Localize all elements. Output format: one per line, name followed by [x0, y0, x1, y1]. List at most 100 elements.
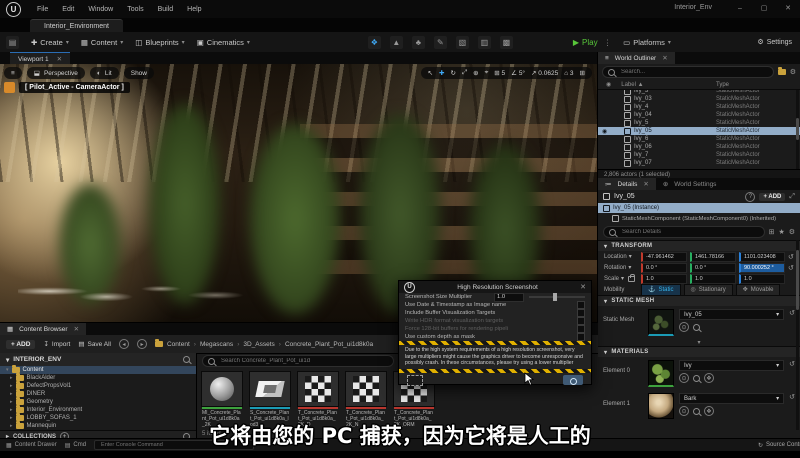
- menu-build[interactable]: Build: [158, 6, 174, 13]
- transform-section-header[interactable]: ▾TRANSFORM: [598, 240, 800, 251]
- dialog-title-bar[interactable]: U High Resolution Screenshot ✕: [399, 281, 591, 293]
- checkbox[interactable]: [577, 301, 585, 309]
- tree-item[interactable]: ▸BlackAlder: [0, 374, 196, 382]
- component-row[interactable]: StaticMeshComponent (StaticMeshComponent…: [598, 213, 800, 224]
- back-icon[interactable]: ◂: [119, 339, 129, 349]
- create-button[interactable]: ✚ Create▾: [31, 38, 69, 47]
- mobility-static-button[interactable]: ⚓ Static: [641, 284, 681, 296]
- browse-to-icon[interactable]: [693, 375, 700, 382]
- outliner-tab[interactable]: ≡ World Outliner ✕: [598, 52, 675, 64]
- maximize-viewport-icon[interactable]: ⊞: [580, 69, 585, 77]
- material-options-icon[interactable]: ❖: [704, 406, 714, 416]
- element1-thumbnail[interactable]: [648, 393, 674, 419]
- expand-advanced-icon[interactable]: ▾: [598, 339, 800, 346]
- outliner-row[interactable]: Ivy_06StaticMeshActor: [598, 143, 800, 151]
- add-component-button[interactable]: + ADD: [759, 193, 785, 201]
- eye-icon[interactable]: ◉: [602, 128, 607, 135]
- animation-mode-icon[interactable]: ▩: [500, 36, 513, 49]
- reset-material-icon[interactable]: ↺: [789, 360, 795, 368]
- type-column-header[interactable]: Type: [716, 82, 729, 88]
- specify-capture-region-button[interactable]: [407, 375, 423, 386]
- static-mesh-combo[interactable]: Ivy_05▾: [679, 309, 784, 320]
- brush-edit-icon[interactable]: ✎: [434, 36, 447, 49]
- element0-thumbnail[interactable]: [648, 360, 674, 387]
- show-dropdown[interactable]: Show: [124, 67, 154, 79]
- outliner-row[interactable]: Ivy_5StaticMeshActor: [598, 119, 800, 127]
- multiplier-slider[interactable]: [529, 296, 585, 298]
- element0-combo[interactable]: Ivy▾: [679, 360, 784, 371]
- details-scrollbar[interactable]: [796, 240, 799, 430]
- element1-combo[interactable]: Bark▾: [679, 393, 784, 404]
- checkbox[interactable]: [577, 333, 585, 341]
- location-y-field[interactable]: 1461.78166: [690, 252, 736, 262]
- fracture-mode-icon[interactable]: ▥: [478, 36, 491, 49]
- details-settings-icon[interactable]: ⚙: [789, 228, 795, 236]
- level-tab[interactable]: Interior_Environment: [30, 19, 123, 33]
- multiplier-value-field[interactable]: 1.0: [494, 293, 524, 302]
- filter-grid-icon[interactable]: ⊞: [769, 228, 775, 236]
- asset-tile[interactable]: S_Concrete_Plant_Pot_ui1d8k0a_lod3: [248, 371, 292, 427]
- rotation-y-field[interactable]: 0.0 °: [690, 263, 736, 273]
- tree-item[interactable]: ▸DefectPropsVol1: [0, 382, 196, 390]
- mesh-paint-icon[interactable]: ▧: [456, 36, 469, 49]
- static-mesh-thumbnail[interactable]: [648, 309, 674, 336]
- breadcrumb-megascans[interactable]: Megascans: [200, 341, 233, 348]
- outliner-row-selected[interactable]: ◉Ivy_05StaticMeshActor: [598, 127, 800, 135]
- scale-snap-toggle[interactable]: ↗ 0.0625: [531, 69, 558, 77]
- scale-label[interactable]: Scale ▾: [604, 275, 638, 282]
- reset-mesh-icon[interactable]: ↺: [789, 309, 795, 317]
- outliner-row[interactable]: Ivy_04StaticMeshActor: [598, 111, 800, 119]
- label-column-header[interactable]: Label ▲: [621, 82, 643, 88]
- asset-tile[interactable]: T_Concrete_Plant_Pot_ui1d8k0a_2K_N: [344, 371, 388, 427]
- surface-snap-icon[interactable]: ⌖: [485, 69, 489, 77]
- material-options-icon[interactable]: ❖: [704, 373, 714, 383]
- menu-edit[interactable]: Edit: [62, 6, 74, 13]
- world-space-icon[interactable]: ⊕: [473, 69, 478, 77]
- info-icon[interactable]: ?: [745, 192, 755, 202]
- mobility-movable-button[interactable]: ✥ Movable: [736, 284, 781, 296]
- scale-z-field[interactable]: 1.0: [739, 274, 785, 284]
- rotate-tool-icon[interactable]: ↻: [451, 69, 456, 77]
- grid-snap-toggle[interactable]: ⊞ 5: [494, 69, 505, 77]
- close-icon[interactable]: ✕: [57, 55, 62, 63]
- instance-row[interactable]: Ivy_05 (Instance): [598, 203, 800, 213]
- blueprints-button[interactable]: ◫ Blueprints▾: [135, 38, 184, 47]
- asset-tile[interactable]: MI_Concrete_Plant_Pot_ui1d8k0a_2K: [200, 371, 244, 427]
- viewport-menu-button[interactable]: ≡: [4, 67, 22, 79]
- close-icon[interactable]: ✕: [580, 283, 586, 291]
- select-tool-icon[interactable]: ↖: [428, 69, 433, 77]
- outliner-row[interactable]: Ivy_7StaticMeshActor: [598, 151, 800, 159]
- checkbox[interactable]: [577, 309, 585, 317]
- new-folder-icon[interactable]: [778, 69, 786, 75]
- outliner-row[interactable]: Ivy_4StaticMeshActor: [598, 103, 800, 111]
- menu-help[interactable]: Help: [187, 6, 201, 13]
- settings-button[interactable]: ⚙Settings: [757, 38, 792, 46]
- tree-item[interactable]: ▸Interior_Environment: [0, 406, 196, 414]
- minimize-button[interactable]: –: [734, 3, 746, 14]
- forward-icon[interactable]: ▸: [137, 339, 147, 349]
- save-all-button[interactable]: ▤Save All: [78, 340, 111, 348]
- outliner-search[interactable]: [602, 66, 774, 78]
- world-settings-tab[interactable]: ⊕ World Settings: [656, 178, 724, 190]
- rotation-z-field[interactable]: 90.000252 °: [739, 263, 785, 273]
- lock-icon[interactable]: [628, 276, 635, 282]
- platforms-button[interactable]: ▭ Platforms▾: [623, 38, 671, 47]
- close-icon[interactable]: ✕: [662, 54, 667, 62]
- rotation-x-field[interactable]: 0.0 °: [641, 263, 687, 273]
- outliner-row[interactable]: Ivy_07StaticMeshActor: [598, 159, 800, 167]
- sources-header[interactable]: ▾ INTERIOR_ENV: [0, 353, 196, 366]
- visibility-column-icon[interactable]: ◉: [606, 81, 611, 88]
- menu-tools[interactable]: Tools: [127, 6, 143, 13]
- materials-section-header[interactable]: ▾MATERIALS: [598, 346, 800, 357]
- angle-snap-toggle[interactable]: ∠ 5°: [511, 69, 525, 77]
- play-button[interactable]: ▶Play: [573, 38, 598, 47]
- tree-item[interactable]: ▸DINER: [0, 390, 196, 398]
- content-button[interactable]: ▦ Content▾: [81, 38, 123, 47]
- details-tab[interactable]: ≔ Details ✕: [598, 178, 656, 190]
- move-tool-icon[interactable]: ✚: [439, 69, 444, 77]
- details-search-input[interactable]: [620, 228, 759, 236]
- menu-file[interactable]: File: [37, 6, 48, 13]
- browse-to-icon[interactable]: [693, 408, 700, 415]
- scale-y-field[interactable]: 1.0: [690, 274, 736, 284]
- outliner-row[interactable]: Ivy_03StaticMeshActor: [598, 95, 800, 103]
